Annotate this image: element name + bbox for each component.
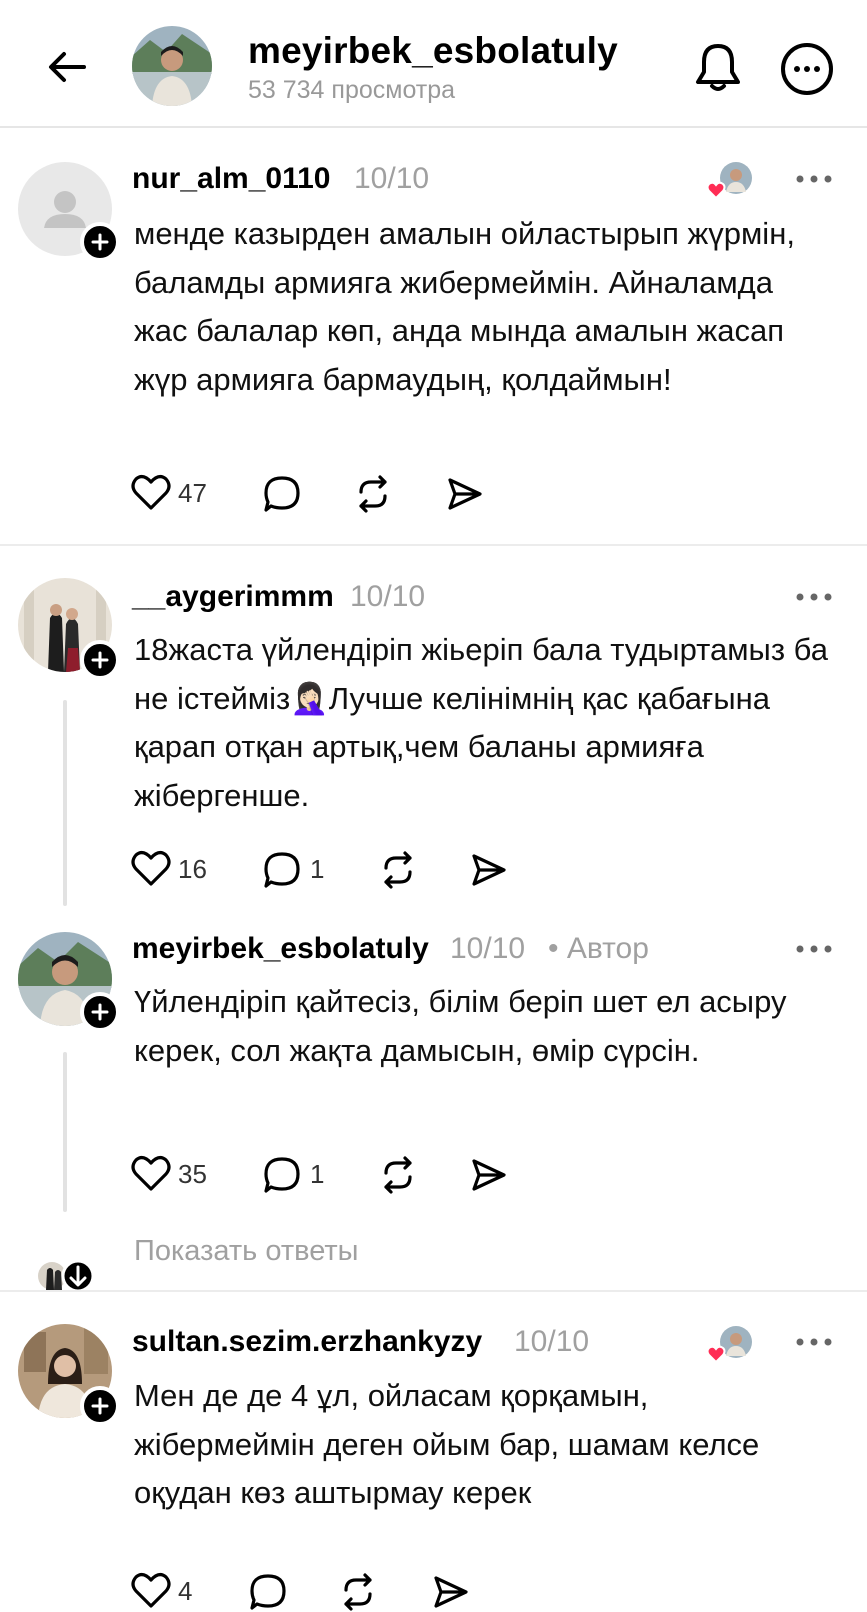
comment-more-icon[interactable]: [794, 943, 834, 955]
author-label: • Автор: [548, 932, 649, 965]
heart-filled-icon: [706, 1345, 726, 1364]
follow-plus-button[interactable]: [80, 1386, 120, 1426]
heart-filled-icon: [706, 181, 726, 200]
plus-icon: [91, 651, 109, 669]
back-arrow-icon[interactable]: [44, 44, 90, 90]
heart-icon[interactable]: [131, 1572, 171, 1608]
author-avatar[interactable]: [132, 26, 212, 106]
comment-date: 10/10: [450, 932, 526, 965]
comment-text: 18жаста үйлендіріп жіьеріп бала тудыртам…: [134, 632, 828, 813]
comment-username[interactable]: sultan.sezim.erzhankyzy: [132, 1325, 482, 1359]
heart-icon[interactable]: [131, 1155, 171, 1191]
follow-plus-button[interactable]: [80, 992, 120, 1032]
comment-icon[interactable]: [262, 474, 302, 514]
liked-by-author-badge: [706, 1324, 754, 1364]
comment-date: 10/10: [354, 162, 430, 195]
show-replies-link[interactable]: Показать ответы: [134, 1235, 358, 1268]
comment-more-icon[interactable]: [794, 173, 834, 185]
liked-by-author-badge: [706, 160, 754, 200]
divider: [0, 544, 867, 546]
thread-header: meyirbek_esbolatuly 53 734 просмотра: [0, 0, 867, 128]
heart-icon[interactable]: [131, 474, 171, 510]
comment-date: 10/10: [350, 580, 426, 613]
comment-more-icon[interactable]: [794, 591, 834, 603]
like-count: 4: [178, 1576, 193, 1606]
comment-username[interactable]: meyirbek_esbolatuly: [132, 932, 429, 966]
reply-count: 1: [310, 854, 325, 884]
comment-text: Үйлендіріп қайтесіз, білім беріп шет ел …: [134, 984, 787, 1068]
header-username[interactable]: meyirbek_esbolatuly: [248, 30, 618, 72]
repost-icon[interactable]: [338, 1572, 378, 1612]
comment-text: менде казырден амалын ойластырып жүрмін,…: [134, 216, 795, 397]
repost-icon[interactable]: [353, 474, 393, 514]
follow-plus-button[interactable]: [80, 640, 120, 680]
comment-username[interactable]: __aygerimmm: [132, 580, 334, 614]
thread-connector-line: [63, 1052, 67, 1212]
share-icon[interactable]: [444, 474, 484, 514]
bell-icon[interactable]: [692, 40, 744, 94]
comment-more-icon[interactable]: [794, 1336, 834, 1348]
share-icon[interactable]: [430, 1572, 470, 1612]
repost-icon[interactable]: [378, 1155, 418, 1195]
comment-icon[interactable]: [262, 1155, 302, 1195]
like-count: 47: [178, 478, 207, 508]
more-icon[interactable]: [780, 42, 834, 96]
show-replies-row[interactable]: [36, 1258, 96, 1294]
comment-date: 10/10: [514, 1325, 590, 1358]
follow-plus-button[interactable]: [80, 222, 120, 262]
reply-count: 1: [310, 1159, 325, 1189]
header-views: 53 734 просмотра: [248, 76, 456, 104]
plus-icon: [91, 1003, 109, 1021]
comment-icon[interactable]: [262, 850, 302, 890]
share-icon[interactable]: [468, 1155, 508, 1195]
reply-avatars: [38, 1259, 95, 1293]
like-count: 16: [178, 854, 207, 884]
thread-connector-line: [63, 700, 67, 906]
comment-username[interactable]: nur_alm_0110: [132, 162, 330, 196]
share-icon[interactable]: [468, 850, 508, 890]
divider: [0, 1290, 867, 1292]
heart-icon[interactable]: [131, 850, 171, 886]
comment-text: Мен де де 4 ұл, ойласам қорқамын, жіберм…: [134, 1378, 760, 1510]
plus-icon: [91, 1397, 109, 1415]
repost-icon[interactable]: [378, 850, 418, 890]
plus-icon: [91, 233, 109, 251]
comment-icon[interactable]: [248, 1572, 288, 1612]
like-count: 35: [178, 1159, 207, 1189]
